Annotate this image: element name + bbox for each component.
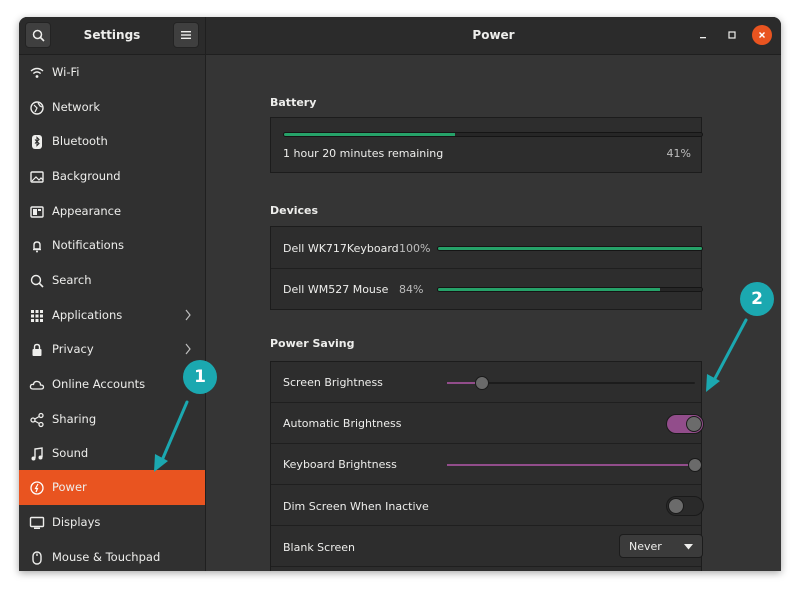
annotation-arrow-1 (154, 400, 189, 472)
callout-2: 2 (740, 282, 774, 316)
callout-1: 1 (183, 360, 217, 394)
annotation-overlay (154, 318, 748, 472)
annotation-arrow-2 (706, 318, 748, 392)
